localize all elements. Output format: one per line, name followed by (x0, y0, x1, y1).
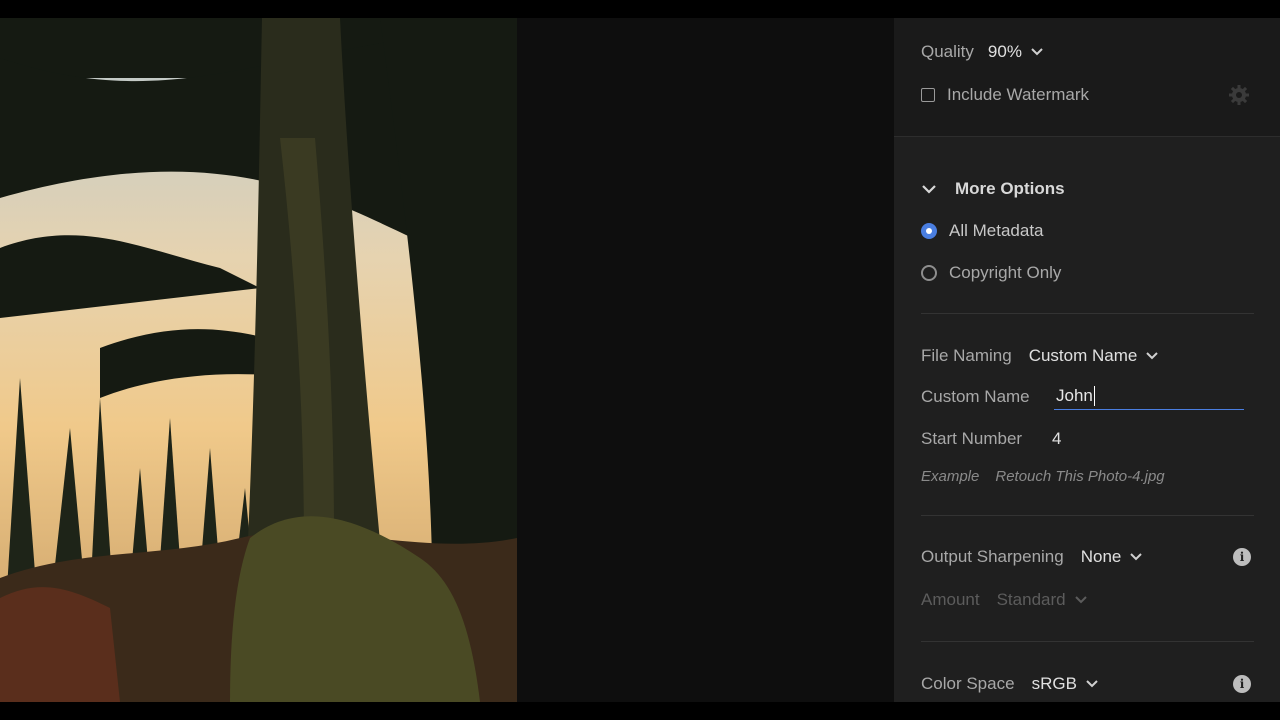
start-number-label: Start Number (921, 429, 1023, 448)
start-number-row: Start Number (921, 429, 1022, 449)
text-caret (1093, 385, 1095, 406)
photo-preview (0, 18, 517, 702)
amount-dropdown: Standard (997, 590, 1088, 610)
chevron-down-icon (1145, 349, 1159, 363)
quality-label: Quality (921, 42, 974, 61)
divider (921, 515, 1254, 516)
amount-value: Standard (996, 590, 1066, 609)
amount-label: Amount (921, 590, 980, 609)
info-icon[interactable]: i (1233, 675, 1251, 693)
custom-name-input[interactable]: John (1054, 382, 1244, 410)
letterbox-top (0, 0, 1280, 18)
custom-name-label: Custom Name (921, 387, 1030, 406)
quality-value: 90% (987, 42, 1022, 61)
example-row: Example Retouch This Photo-4.jpg (921, 468, 1165, 485)
file-naming-value: Custom Name (1028, 346, 1138, 365)
divider (921, 313, 1254, 314)
color-space-label: Color Space (921, 674, 1015, 693)
chevron-down-icon (1085, 677, 1099, 691)
custom-name-row: Custom Name (921, 387, 1030, 407)
example-value: Retouch This Photo-4.jpg (995, 468, 1165, 485)
watermark-label: Include Watermark (947, 85, 1090, 104)
info-icon[interactable]: i (1233, 548, 1251, 566)
amount-row: Amount Standard (921, 590, 1088, 610)
more-options-label: More Options (955, 179, 1065, 198)
metadata-option-copyright[interactable]: Copyright Only (921, 263, 1061, 283)
copyright-only-label: Copyright Only (949, 263, 1062, 282)
all-metadata-label: All Metadata (949, 221, 1044, 240)
color-space-value: sRGB (1031, 674, 1077, 693)
chevron-down-icon (921, 181, 937, 197)
more-options-toggle[interactable]: More Options (921, 179, 1065, 199)
photo-canvas (0, 18, 894, 702)
file-naming-dropdown[interactable]: Custom Name (1029, 346, 1160, 366)
quality-dropdown[interactable]: 90% (988, 42, 1044, 62)
chevron-down-icon (1074, 593, 1088, 607)
export-settings-panel: Quality 90% Include Watermark More Optio… (894, 18, 1280, 702)
start-number-value: 4 (1052, 429, 1062, 448)
output-sharpening-dropdown[interactable]: None (1081, 547, 1144, 567)
chevron-down-icon (1030, 45, 1044, 59)
chevron-down-icon (1129, 550, 1143, 564)
file-naming-label: File Naming (921, 346, 1012, 365)
quality-row: Quality 90% (921, 42, 1044, 62)
output-sharpening-label: Output Sharpening (921, 547, 1064, 566)
watermark-row[interactable]: Include Watermark (921, 85, 1089, 105)
divider (921, 641, 1254, 642)
letterbox-bottom (0, 702, 1280, 720)
panel-top-section (894, 18, 1280, 137)
custom-name-value: John (1056, 385, 1093, 405)
output-sharpening-row: Output Sharpening None (921, 547, 1143, 567)
watermark-checkbox[interactable] (921, 88, 935, 102)
settings-gear-icon[interactable] (1228, 84, 1250, 111)
example-label: Example (921, 468, 980, 485)
start-number-input[interactable]: 4 (1052, 429, 1061, 449)
color-space-row: Color Space sRGB (921, 674, 1099, 694)
export-window: Quality 90% Include Watermark More Optio… (0, 18, 1280, 702)
radio-all-metadata[interactable] (921, 223, 937, 239)
radio-copyright-only[interactable] (921, 265, 937, 281)
color-space-dropdown[interactable]: sRGB (1032, 674, 1099, 694)
file-naming-row: File Naming Custom Name (921, 346, 1159, 366)
output-sharpening-value: None (1080, 547, 1122, 566)
metadata-option-all[interactable]: All Metadata (921, 221, 1044, 241)
